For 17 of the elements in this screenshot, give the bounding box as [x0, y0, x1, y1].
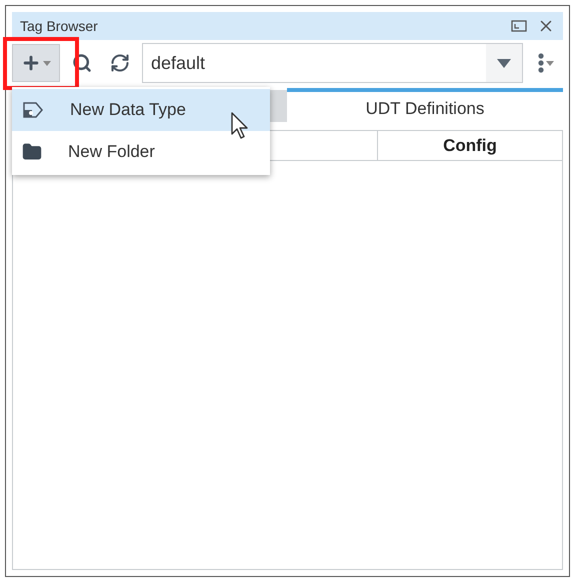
search-icon[interactable] [72, 53, 92, 73]
window-title: Tag Browser [20, 16, 98, 36]
folder-icon [22, 142, 42, 162]
caret-icon [43, 60, 51, 66]
menu-item[interactable]: New Folder [12, 131, 270, 173]
caret-icon [546, 60, 554, 66]
dropdown-value: default [151, 52, 206, 74]
more-icon [538, 53, 544, 73]
dock-icon[interactable] [511, 20, 527, 32]
plus-icon [21, 53, 41, 73]
tag-icon [22, 101, 44, 119]
caret-icon [497, 58, 511, 68]
menu-item[interactable]: New Data Type [12, 89, 270, 131]
provider-dropdown[interactable]: default [142, 43, 523, 83]
refresh-icon[interactable] [110, 53, 130, 73]
column-header[interactable]: Config [378, 131, 562, 160]
add-button[interactable] [12, 44, 60, 82]
